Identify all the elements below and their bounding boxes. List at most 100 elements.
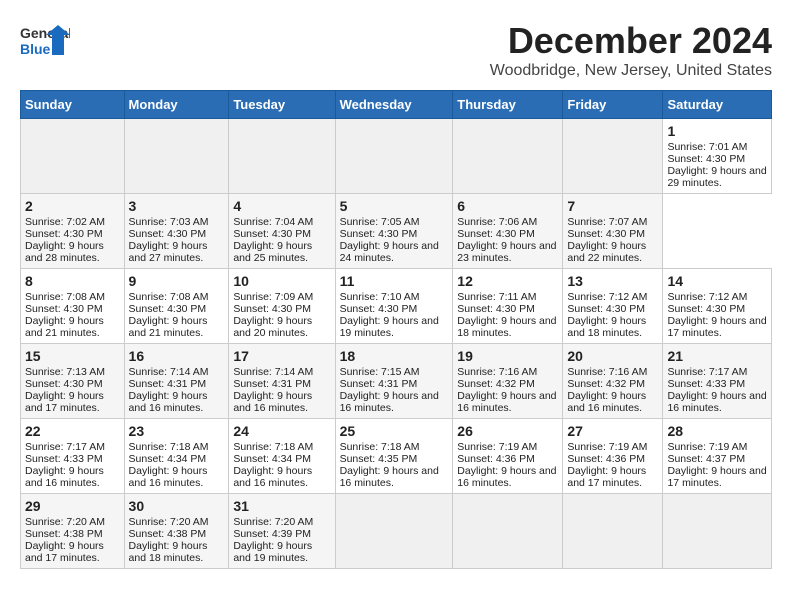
sunrise-text: Sunrise: 7:18 AM xyxy=(340,441,420,453)
day-number: 22 xyxy=(25,423,120,439)
calendar-week-5: 29Sunrise: 7:20 AMSunset: 4:38 PMDayligh… xyxy=(21,494,772,569)
weekday-header-tuesday: Tuesday xyxy=(229,91,335,119)
day-number: 31 xyxy=(233,498,330,514)
sunrise-text: Sunrise: 7:20 AM xyxy=(25,516,105,528)
daylight-text: Daylight: 9 hours and 16 minutes. xyxy=(340,465,439,489)
calendar-cell: 3Sunrise: 7:03 AMSunset: 4:30 PMDaylight… xyxy=(124,194,229,269)
sunrise-text: Sunrise: 7:20 AM xyxy=(129,516,209,528)
sunrise-text: Sunrise: 7:02 AM xyxy=(25,216,105,228)
sunset-text: Sunset: 4:39 PM xyxy=(233,528,311,540)
day-number: 20 xyxy=(567,348,658,364)
sunrise-text: Sunrise: 7:13 AM xyxy=(25,366,105,378)
calendar-cell: 9Sunrise: 7:08 AMSunset: 4:30 PMDaylight… xyxy=(124,269,229,344)
sunset-text: Sunset: 4:38 PM xyxy=(25,528,103,540)
calendar-cell: 20Sunrise: 7:16 AMSunset: 4:32 PMDayligh… xyxy=(563,344,663,419)
day-number: 3 xyxy=(129,198,225,214)
day-number: 28 xyxy=(667,423,767,439)
calendar-week-1: 2Sunrise: 7:02 AMSunset: 4:30 PMDaylight… xyxy=(21,194,772,269)
page-subtitle: Woodbridge, New Jersey, United States xyxy=(490,62,772,80)
calendar-cell: 16 Sunrise: 7:14 AMSunset: 4:31 PMDayligh… xyxy=(124,344,229,419)
calendar-cell: 17Sunrise: 7:14 AMSunset: 4:31 PMDayligh… xyxy=(229,344,335,419)
sunset-text: Sunset: 4:31 PM xyxy=(129,378,207,390)
calendar-cell: 18Sunrise: 7:15 AMSunset: 4:31 PMDayligh… xyxy=(335,344,453,419)
daylight-text: Daylight: 9 hours and 16 minutes. xyxy=(233,465,312,489)
daylight-text: Daylight: 9 hours and 20 minutes. xyxy=(233,315,312,339)
calendar-cell: 7Sunrise: 7:07 AMSunset: 4:30 PMDaylight… xyxy=(563,194,663,269)
sunset-text: Sunset: 4:38 PM xyxy=(129,528,207,540)
sunrise-text: Sunrise: 7:14 AM xyxy=(129,366,209,378)
daylight-text: Daylight: 9 hours and 18 minutes. xyxy=(567,315,646,339)
day-number: 6 xyxy=(457,198,558,214)
day-number: 25 xyxy=(340,423,449,439)
sunset-text: Sunset: 4:35 PM xyxy=(340,453,418,465)
sunrise-text: Sunrise: 7:07 AM xyxy=(567,216,647,228)
day-number: 24 xyxy=(233,423,330,439)
sunset-text: Sunset: 4:30 PM xyxy=(233,228,311,240)
calendar-cell xyxy=(335,119,453,194)
sunset-text: Sunset: 4:34 PM xyxy=(233,453,311,465)
day-number: 16 xyxy=(129,348,225,364)
calendar-cell: 21Sunrise: 7:17 AMSunset: 4:33 PMDayligh… xyxy=(663,344,772,419)
daylight-text: Daylight: 9 hours and 17 minutes. xyxy=(667,315,766,339)
sunset-text: Sunset: 4:30 PM xyxy=(567,303,645,315)
sunset-text: Sunset: 4:30 PM xyxy=(129,303,207,315)
sunrise-text: Sunrise: 7:11 AM xyxy=(457,291,536,303)
calendar-cell: 5Sunrise: 7:05 AMSunset: 4:30 PMDaylight… xyxy=(335,194,453,269)
sunset-text: Sunset: 4:30 PM xyxy=(129,228,207,240)
daylight-text: Daylight: 9 hours and 16 minutes. xyxy=(667,390,766,414)
daylight-text: Daylight: 9 hours and 17 minutes. xyxy=(25,540,104,564)
sunset-text: Sunset: 4:30 PM xyxy=(457,303,535,315)
day-number: 9 xyxy=(129,273,225,289)
calendar-cell: 2Sunrise: 7:02 AMSunset: 4:30 PMDaylight… xyxy=(21,194,125,269)
calendar-cell: 6Sunrise: 7:06 AMSunset: 4:30 PMDaylight… xyxy=(453,194,563,269)
sunrise-text: Sunrise: 7:18 AM xyxy=(129,441,209,453)
daylight-text: Daylight: 9 hours and 16 minutes. xyxy=(129,390,208,414)
calendar-cell: 24 Sunrise: 7:18 AMSunset: 4:34 PMDayligh… xyxy=(229,419,335,494)
sunrise-text: Sunrise: 7:10 AM xyxy=(340,291,420,303)
calendar-cell xyxy=(229,119,335,194)
sunset-text: Sunset: 4:33 PM xyxy=(25,453,103,465)
calendar-cell xyxy=(563,119,663,194)
sunrise-text: Sunrise: 7:17 AM xyxy=(25,441,105,453)
sunset-text: Sunset: 4:34 PM xyxy=(129,453,207,465)
calendar-cell: 29Sunrise: 7:20 AMSunset: 4:38 PMDayligh… xyxy=(21,494,125,569)
day-number: 19 xyxy=(457,348,558,364)
sunrise-text: Sunrise: 7:18 AM xyxy=(233,441,313,453)
weekday-header-friday: Friday xyxy=(563,91,663,119)
calendar-cell: 31Sunrise: 7:20 AMSunset: 4:39 PMDayligh… xyxy=(229,494,335,569)
sunrise-text: Sunrise: 7:12 AM xyxy=(667,291,747,303)
calendar-cell: 19Sunrise: 7:16 AMSunset: 4:32 PMDayligh… xyxy=(453,344,563,419)
sunset-text: Sunset: 4:36 PM xyxy=(457,453,535,465)
sunrise-text: Sunrise: 7:08 AM xyxy=(129,291,209,303)
sunset-text: Sunset: 4:30 PM xyxy=(25,228,103,240)
calendar-cell xyxy=(124,119,229,194)
day-number: 7 xyxy=(567,198,658,214)
calendar-cell xyxy=(563,494,663,569)
daylight-text: Daylight: 9 hours and 19 minutes. xyxy=(340,315,439,339)
calendar-cell: 14Sunrise: 7:12 AMSunset: 4:30 PMDayligh… xyxy=(663,269,772,344)
calendar-week-4: 22 Sunrise: 7:17 AMSunset: 4:33 PM Dayligh… xyxy=(21,419,772,494)
calendar-cell: 12Sunrise: 7:11 AMSunset: 4:30 PMDayligh… xyxy=(453,269,563,344)
sunrise-text: Sunrise: 7:20 AM xyxy=(233,516,313,528)
weekday-header-sunday: Sunday xyxy=(21,91,125,119)
page-header: General Blue December 2024 Woodbridge, N… xyxy=(20,20,772,80)
calendar-cell: 4Sunrise: 7:04 AMSunset: 4:30 PMDaylight… xyxy=(229,194,335,269)
day-number: 26 xyxy=(457,423,558,439)
sunrise-text: Sunrise: 7:19 AM xyxy=(457,441,537,453)
sunset-text: Sunset: 4:30 PM xyxy=(233,303,311,315)
calendar-cell: 15Sunrise: 7:13 AMSunset: 4:30 PMDayligh… xyxy=(21,344,125,419)
daylight-text: Daylight: 9 hours and 16 minutes. xyxy=(340,390,439,414)
day-number: 8 xyxy=(25,273,120,289)
sunset-text: Sunset: 4:30 PM xyxy=(25,378,103,390)
sunrise-text: Sunrise: 7:14 AM xyxy=(233,366,313,378)
calendar-cell: 30Sunrise: 7:20 AMSunset: 4:38 PMDayligh… xyxy=(124,494,229,569)
calendar-cell: 11Sunrise: 7:10 AMSunset: 4:30 PMDayligh… xyxy=(335,269,453,344)
daylight-text: Daylight: 9 hours and 28 minutes. xyxy=(25,240,104,264)
calendar-cell xyxy=(21,119,125,194)
calendar-cell xyxy=(453,119,563,194)
day-number: 10 xyxy=(233,273,330,289)
sunset-text: Sunset: 4:33 PM xyxy=(667,378,745,390)
sunrise-text: Sunrise: 7:15 AM xyxy=(340,366,420,378)
daylight-text: Daylight: 9 hours and 17 minutes. xyxy=(667,465,766,489)
daylight-text: Daylight: 9 hours and 29 minutes. xyxy=(667,165,766,189)
